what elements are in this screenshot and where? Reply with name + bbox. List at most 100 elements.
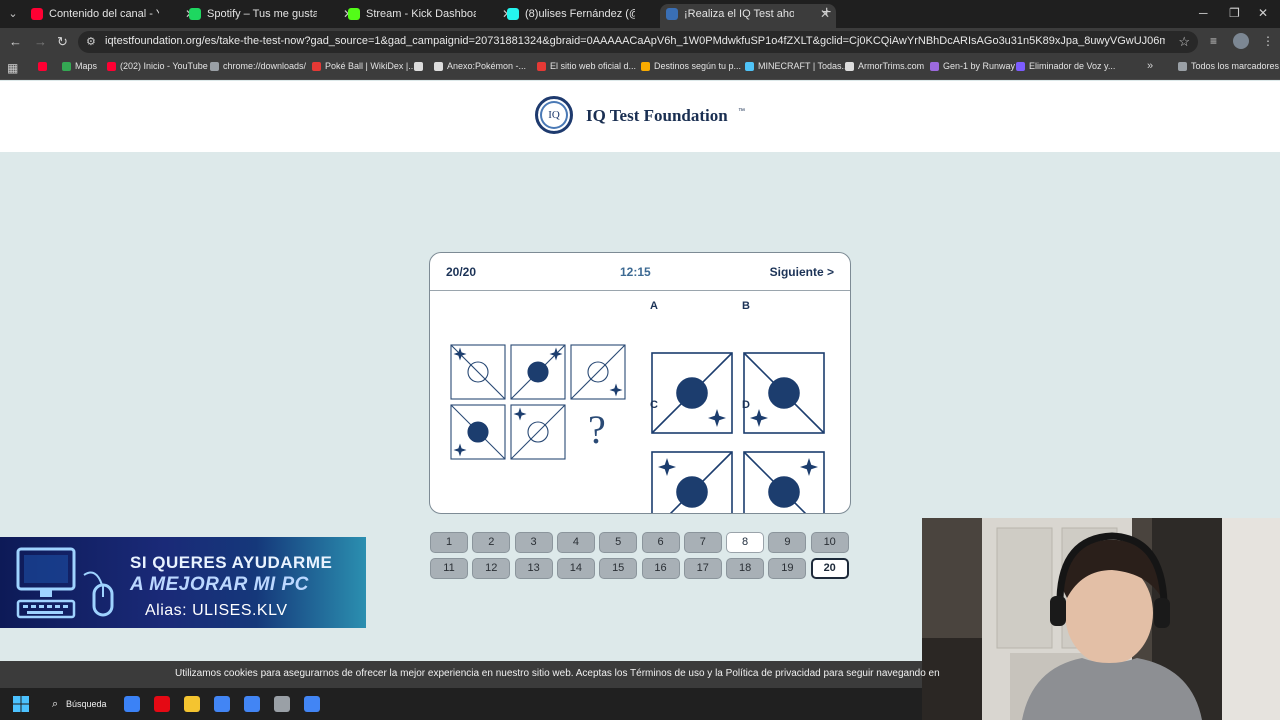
- star-shape: [513, 407, 527, 421]
- question-nav-button-12[interactable]: 12: [472, 558, 511, 579]
- bookmark-item[interactable]: Gen-1 by Runway: [930, 61, 1015, 71]
- windows-taskbar: ⌕ Búsqueda: [0, 688, 922, 720]
- apps-grid-icon[interactable]: ▦: [7, 61, 18, 75]
- test-card: 20/20 12:15 Siguiente > ? A B C D: [429, 252, 851, 514]
- bookmark-item[interactable]: (202) Inicio - YouTube: [107, 61, 208, 71]
- question-nav-button-16[interactable]: 16: [641, 558, 680, 579]
- tab-search-icon[interactable]: ⌄: [5, 6, 21, 22]
- bookmark-item[interactable]: El sitio web oficial d...: [537, 61, 636, 71]
- question-nav-button-10[interactable]: 10: [810, 532, 849, 553]
- question-nav-button-20[interactable]: 20: [810, 558, 849, 579]
- tiktok-favicon-icon: [507, 8, 519, 20]
- settings-app-icon[interactable]: [274, 696, 290, 712]
- bookmark-item[interactable]: Todos los marcadores: [1178, 61, 1279, 71]
- tab-youtube[interactable]: Contenido del canal - YouTube✕: [25, 4, 201, 28]
- next-button[interactable]: Siguiente >: [770, 265, 834, 279]
- matrix-cell-4: [450, 404, 506, 460]
- tab-tiktok[interactable]: (8)ulises Fernández (@ulises.klv✕: [501, 4, 677, 28]
- computer-icon: [16, 547, 114, 619]
- browser-toolbar: ← → ↻ ⚙ iqtestfoundation.org/es/take-the…: [0, 28, 1280, 56]
- question-nav-button-11[interactable]: 11: [430, 558, 468, 579]
- logo-emblem[interactable]: IQ: [535, 96, 573, 134]
- tab-spotify[interactable]: Spotify – Tus me gusta✕: [183, 4, 359, 28]
- bookmark-favicon-icon: [1178, 62, 1187, 71]
- option-label-d: D: [742, 399, 750, 411]
- new-tab-icon[interactable]: +: [822, 5, 831, 21]
- bookmark-item[interactable]: Poké Ball | WikiDex |...: [312, 61, 416, 71]
- kick-favicon-icon: [348, 8, 360, 20]
- bookmark-item[interactable]: MINECRAFT | Todas...: [745, 61, 849, 71]
- taskbar-search[interactable]: ⌕ Búsqueda: [44, 693, 112, 715]
- bookmark-star-icon[interactable]: ☆: [1178, 34, 1190, 50]
- chrome-profile-icon[interactable]: [244, 696, 260, 712]
- test-card-header: 20/20 12:15 Siguiente >: [430, 253, 850, 291]
- reading-list-icon[interactable]: ≡: [1210, 34, 1217, 48]
- tab-title: Stream - Kick Dashboard: [366, 8, 476, 20]
- netflix-app-icon[interactable]: [154, 696, 170, 712]
- bookmark-favicon-icon: [641, 62, 650, 71]
- minimize-icon[interactable]: ─: [1199, 6, 1208, 20]
- bookmark-item[interactable]: chrome://downloads/: [210, 61, 306, 71]
- matrix-cell-2: [510, 344, 566, 400]
- banner-line-2: A MEJORAR MI PC: [130, 574, 309, 595]
- option-c-button[interactable]: [651, 412, 733, 494]
- question-mark: ?: [588, 407, 606, 452]
- menu-icon[interactable]: ⋮: [1262, 34, 1274, 48]
- question-nav-button-6[interactable]: 6: [641, 532, 680, 553]
- question-nav-button-3[interactable]: 3: [514, 532, 553, 553]
- tab-kick[interactable]: Stream - Kick Dashboard✕: [342, 4, 518, 28]
- question-nav-button-2[interactable]: 2: [472, 532, 511, 553]
- bookmark-label: Anexo:Pokémon -...: [447, 61, 527, 71]
- question-nav-button-18[interactable]: 18: [726, 558, 765, 579]
- question-nav-button-19[interactable]: 19: [768, 558, 807, 579]
- bookmark-favicon-icon: [38, 62, 47, 71]
- timer: 12:15: [620, 265, 651, 279]
- bookmark-label: Gen-1 by Runway: [943, 61, 1016, 71]
- question-nav-button-17[interactable]: 17: [683, 558, 722, 579]
- browser-tab-bar: ⌄ Contenido del canal - YouTube✕Spotify …: [0, 0, 1280, 28]
- option-b-button[interactable]: [743, 313, 825, 395]
- windows-start-icon[interactable]: [13, 696, 29, 712]
- bookmark-item[interactable]: Eliminador de Voz y...: [1016, 61, 1115, 71]
- url-text[interactable]: iqtestfoundation.org/es/take-the-test-no…: [105, 35, 1165, 47]
- question-nav-button-9[interactable]: 9: [768, 532, 807, 553]
- youtube-favicon-icon: [31, 8, 43, 20]
- option-a-button[interactable]: [651, 313, 733, 395]
- logo-text[interactable]: IQ Test Foundation: [586, 106, 728, 126]
- question-nav-button-5[interactable]: 5: [599, 532, 638, 553]
- back-icon[interactable]: ←: [9, 34, 22, 50]
- webcam-feed: [922, 518, 1280, 720]
- tab-iqtest[interactable]: ¡Realiza el IQ Test ahora!✕: [660, 4, 836, 28]
- question-nav-button-13[interactable]: 13: [514, 558, 553, 579]
- profile-avatar[interactable]: [1233, 33, 1249, 49]
- bookmark-item[interactable]: Maps: [62, 61, 97, 71]
- bookmark-item[interactable]: Anexo:Pokémon -...: [434, 61, 526, 71]
- site-info-icon[interactable]: ⚙: [86, 35, 96, 48]
- bookmark-favicon-icon: [210, 62, 219, 71]
- question-nav-button-15[interactable]: 15: [599, 558, 638, 579]
- widgets-app-icon[interactable]: [124, 696, 140, 712]
- bookmark-item[interactable]: Destinos según tu p...: [641, 61, 741, 71]
- question-nav-button-1[interactable]: 1: [430, 532, 468, 553]
- close-window-icon[interactable]: ✕: [1258, 6, 1268, 20]
- question-nav-button-7[interactable]: 7: [683, 532, 722, 553]
- bookmark-item[interactable]: ArmorTrims.com: [845, 61, 924, 71]
- bookmark-label: MINECRAFT | Todas...: [758, 61, 850, 71]
- tab-title: Spotify – Tus me gusta: [207, 8, 317, 20]
- address-bar[interactable]: ⚙ iqtestfoundation.org/es/take-the-test-…: [78, 31, 1198, 53]
- question-nav-button-14[interactable]: 14: [556, 558, 595, 579]
- question-nav-button-4[interactable]: 4: [556, 532, 595, 553]
- more-bookmarks-icon[interactable]: »: [1147, 60, 1153, 72]
- bookmark-favicon-icon: [1016, 62, 1025, 71]
- cookie-banner: Utilizamos cookies para asegurarnos de o…: [0, 661, 940, 688]
- chrome-app-icon[interactable]: [214, 696, 230, 712]
- file-explorer-icon[interactable]: [184, 696, 200, 712]
- bookmarks-bar: Maps (202) Inicio - YouTube chrome://downl…: [0, 56, 1280, 80]
- restore-icon[interactable]: ❐: [1229, 6, 1240, 20]
- option-d-button[interactable]: [743, 412, 825, 494]
- question-nav-button-8[interactable]: 8: [726, 532, 765, 553]
- banner-line-1: SI QUERES AYUDARME: [130, 553, 333, 572]
- reload-icon[interactable]: ↻: [57, 34, 68, 50]
- chrome-beta-icon[interactable]: [304, 696, 320, 712]
- forward-icon[interactable]: →: [34, 34, 47, 50]
